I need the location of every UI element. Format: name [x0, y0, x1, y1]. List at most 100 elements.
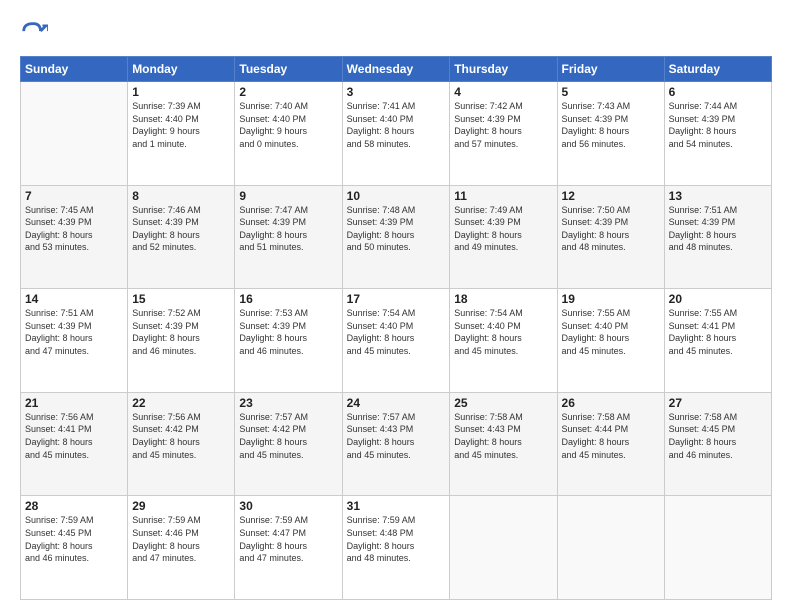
day-number: 3: [347, 85, 446, 99]
calendar-cell: 6Sunrise: 7:44 AM Sunset: 4:39 PM Daylig…: [664, 82, 771, 186]
day-number: 28: [25, 499, 123, 513]
logo-icon: [20, 18, 48, 46]
calendar-cell: 26Sunrise: 7:58 AM Sunset: 4:44 PM Dayli…: [557, 392, 664, 496]
calendar-cell: 24Sunrise: 7:57 AM Sunset: 4:43 PM Dayli…: [342, 392, 450, 496]
day-info: Sunrise: 7:53 AM Sunset: 4:39 PM Dayligh…: [239, 307, 337, 357]
day-info: Sunrise: 7:43 AM Sunset: 4:39 PM Dayligh…: [562, 100, 660, 150]
weekday-header-tuesday: Tuesday: [235, 57, 342, 82]
day-number: 20: [669, 292, 767, 306]
day-number: 21: [25, 396, 123, 410]
day-number: 5: [562, 85, 660, 99]
day-number: 1: [132, 85, 230, 99]
day-info: Sunrise: 7:54 AM Sunset: 4:40 PM Dayligh…: [347, 307, 446, 357]
calendar-cell: 19Sunrise: 7:55 AM Sunset: 4:40 PM Dayli…: [557, 289, 664, 393]
logo: [20, 18, 52, 46]
day-number: 13: [669, 189, 767, 203]
calendar-cell: 9Sunrise: 7:47 AM Sunset: 4:39 PM Daylig…: [235, 185, 342, 289]
day-number: 6: [669, 85, 767, 99]
day-info: Sunrise: 7:47 AM Sunset: 4:39 PM Dayligh…: [239, 204, 337, 254]
day-number: 10: [347, 189, 446, 203]
day-number: 15: [132, 292, 230, 306]
day-info: Sunrise: 7:56 AM Sunset: 4:41 PM Dayligh…: [25, 411, 123, 461]
calendar-cell: 12Sunrise: 7:50 AM Sunset: 4:39 PM Dayli…: [557, 185, 664, 289]
weekday-header-thursday: Thursday: [450, 57, 557, 82]
calendar-cell: 14Sunrise: 7:51 AM Sunset: 4:39 PM Dayli…: [21, 289, 128, 393]
day-info: Sunrise: 7:39 AM Sunset: 4:40 PM Dayligh…: [132, 100, 230, 150]
calendar-cell: 8Sunrise: 7:46 AM Sunset: 4:39 PM Daylig…: [128, 185, 235, 289]
day-info: Sunrise: 7:56 AM Sunset: 4:42 PM Dayligh…: [132, 411, 230, 461]
calendar-cell: 29Sunrise: 7:59 AM Sunset: 4:46 PM Dayli…: [128, 496, 235, 600]
day-number: 23: [239, 396, 337, 410]
day-info: Sunrise: 7:58 AM Sunset: 4:43 PM Dayligh…: [454, 411, 552, 461]
day-number: 8: [132, 189, 230, 203]
day-info: Sunrise: 7:57 AM Sunset: 4:43 PM Dayligh…: [347, 411, 446, 461]
day-info: Sunrise: 7:45 AM Sunset: 4:39 PM Dayligh…: [25, 204, 123, 254]
day-info: Sunrise: 7:46 AM Sunset: 4:39 PM Dayligh…: [132, 204, 230, 254]
day-info: Sunrise: 7:59 AM Sunset: 4:48 PM Dayligh…: [347, 514, 446, 564]
week-row-1: 1Sunrise: 7:39 AM Sunset: 4:40 PM Daylig…: [21, 82, 772, 186]
week-row-4: 21Sunrise: 7:56 AM Sunset: 4:41 PM Dayli…: [21, 392, 772, 496]
day-number: 22: [132, 396, 230, 410]
day-number: 30: [239, 499, 337, 513]
day-info: Sunrise: 7:58 AM Sunset: 4:45 PM Dayligh…: [669, 411, 767, 461]
calendar-cell: 13Sunrise: 7:51 AM Sunset: 4:39 PM Dayli…: [664, 185, 771, 289]
weekday-header-monday: Monday: [128, 57, 235, 82]
calendar: SundayMondayTuesdayWednesdayThursdayFrid…: [20, 56, 772, 600]
calendar-cell: 18Sunrise: 7:54 AM Sunset: 4:40 PM Dayli…: [450, 289, 557, 393]
day-info: Sunrise: 7:58 AM Sunset: 4:44 PM Dayligh…: [562, 411, 660, 461]
calendar-cell: 11Sunrise: 7:49 AM Sunset: 4:39 PM Dayli…: [450, 185, 557, 289]
calendar-cell: [664, 496, 771, 600]
day-number: 9: [239, 189, 337, 203]
day-number: 19: [562, 292, 660, 306]
day-info: Sunrise: 7:51 AM Sunset: 4:39 PM Dayligh…: [669, 204, 767, 254]
day-info: Sunrise: 7:59 AM Sunset: 4:47 PM Dayligh…: [239, 514, 337, 564]
day-info: Sunrise: 7:57 AM Sunset: 4:42 PM Dayligh…: [239, 411, 337, 461]
day-number: 17: [347, 292, 446, 306]
calendar-cell: 22Sunrise: 7:56 AM Sunset: 4:42 PM Dayli…: [128, 392, 235, 496]
weekday-header-row: SundayMondayTuesdayWednesdayThursdayFrid…: [21, 57, 772, 82]
day-number: 27: [669, 396, 767, 410]
day-number: 24: [347, 396, 446, 410]
day-number: 11: [454, 189, 552, 203]
day-info: Sunrise: 7:50 AM Sunset: 4:39 PM Dayligh…: [562, 204, 660, 254]
calendar-cell: 5Sunrise: 7:43 AM Sunset: 4:39 PM Daylig…: [557, 82, 664, 186]
day-number: 16: [239, 292, 337, 306]
day-number: 31: [347, 499, 446, 513]
day-number: 7: [25, 189, 123, 203]
calendar-cell: 28Sunrise: 7:59 AM Sunset: 4:45 PM Dayli…: [21, 496, 128, 600]
calendar-cell: 10Sunrise: 7:48 AM Sunset: 4:39 PM Dayli…: [342, 185, 450, 289]
week-row-2: 7Sunrise: 7:45 AM Sunset: 4:39 PM Daylig…: [21, 185, 772, 289]
calendar-cell: 4Sunrise: 7:42 AM Sunset: 4:39 PM Daylig…: [450, 82, 557, 186]
day-number: 14: [25, 292, 123, 306]
weekday-header-sunday: Sunday: [21, 57, 128, 82]
calendar-cell: 7Sunrise: 7:45 AM Sunset: 4:39 PM Daylig…: [21, 185, 128, 289]
day-info: Sunrise: 7:52 AM Sunset: 4:39 PM Dayligh…: [132, 307, 230, 357]
calendar-cell: [557, 496, 664, 600]
day-info: Sunrise: 7:48 AM Sunset: 4:39 PM Dayligh…: [347, 204, 446, 254]
day-number: 26: [562, 396, 660, 410]
calendar-cell: 21Sunrise: 7:56 AM Sunset: 4:41 PM Dayli…: [21, 392, 128, 496]
weekday-header-wednesday: Wednesday: [342, 57, 450, 82]
calendar-cell: [21, 82, 128, 186]
calendar-cell: 15Sunrise: 7:52 AM Sunset: 4:39 PM Dayli…: [128, 289, 235, 393]
day-info: Sunrise: 7:59 AM Sunset: 4:46 PM Dayligh…: [132, 514, 230, 564]
week-row-3: 14Sunrise: 7:51 AM Sunset: 4:39 PM Dayli…: [21, 289, 772, 393]
calendar-cell: 2Sunrise: 7:40 AM Sunset: 4:40 PM Daylig…: [235, 82, 342, 186]
day-number: 4: [454, 85, 552, 99]
page: SundayMondayTuesdayWednesdayThursdayFrid…: [0, 0, 792, 612]
calendar-cell: 27Sunrise: 7:58 AM Sunset: 4:45 PM Dayli…: [664, 392, 771, 496]
day-info: Sunrise: 7:55 AM Sunset: 4:41 PM Dayligh…: [669, 307, 767, 357]
day-number: 2: [239, 85, 337, 99]
calendar-cell: 16Sunrise: 7:53 AM Sunset: 4:39 PM Dayli…: [235, 289, 342, 393]
calendar-cell: [450, 496, 557, 600]
day-info: Sunrise: 7:55 AM Sunset: 4:40 PM Dayligh…: [562, 307, 660, 357]
calendar-cell: 30Sunrise: 7:59 AM Sunset: 4:47 PM Dayli…: [235, 496, 342, 600]
day-number: 25: [454, 396, 552, 410]
day-info: Sunrise: 7:51 AM Sunset: 4:39 PM Dayligh…: [25, 307, 123, 357]
day-info: Sunrise: 7:59 AM Sunset: 4:45 PM Dayligh…: [25, 514, 123, 564]
calendar-cell: 20Sunrise: 7:55 AM Sunset: 4:41 PM Dayli…: [664, 289, 771, 393]
calendar-cell: 31Sunrise: 7:59 AM Sunset: 4:48 PM Dayli…: [342, 496, 450, 600]
weekday-header-friday: Friday: [557, 57, 664, 82]
day-info: Sunrise: 7:40 AM Sunset: 4:40 PM Dayligh…: [239, 100, 337, 150]
week-row-5: 28Sunrise: 7:59 AM Sunset: 4:45 PM Dayli…: [21, 496, 772, 600]
